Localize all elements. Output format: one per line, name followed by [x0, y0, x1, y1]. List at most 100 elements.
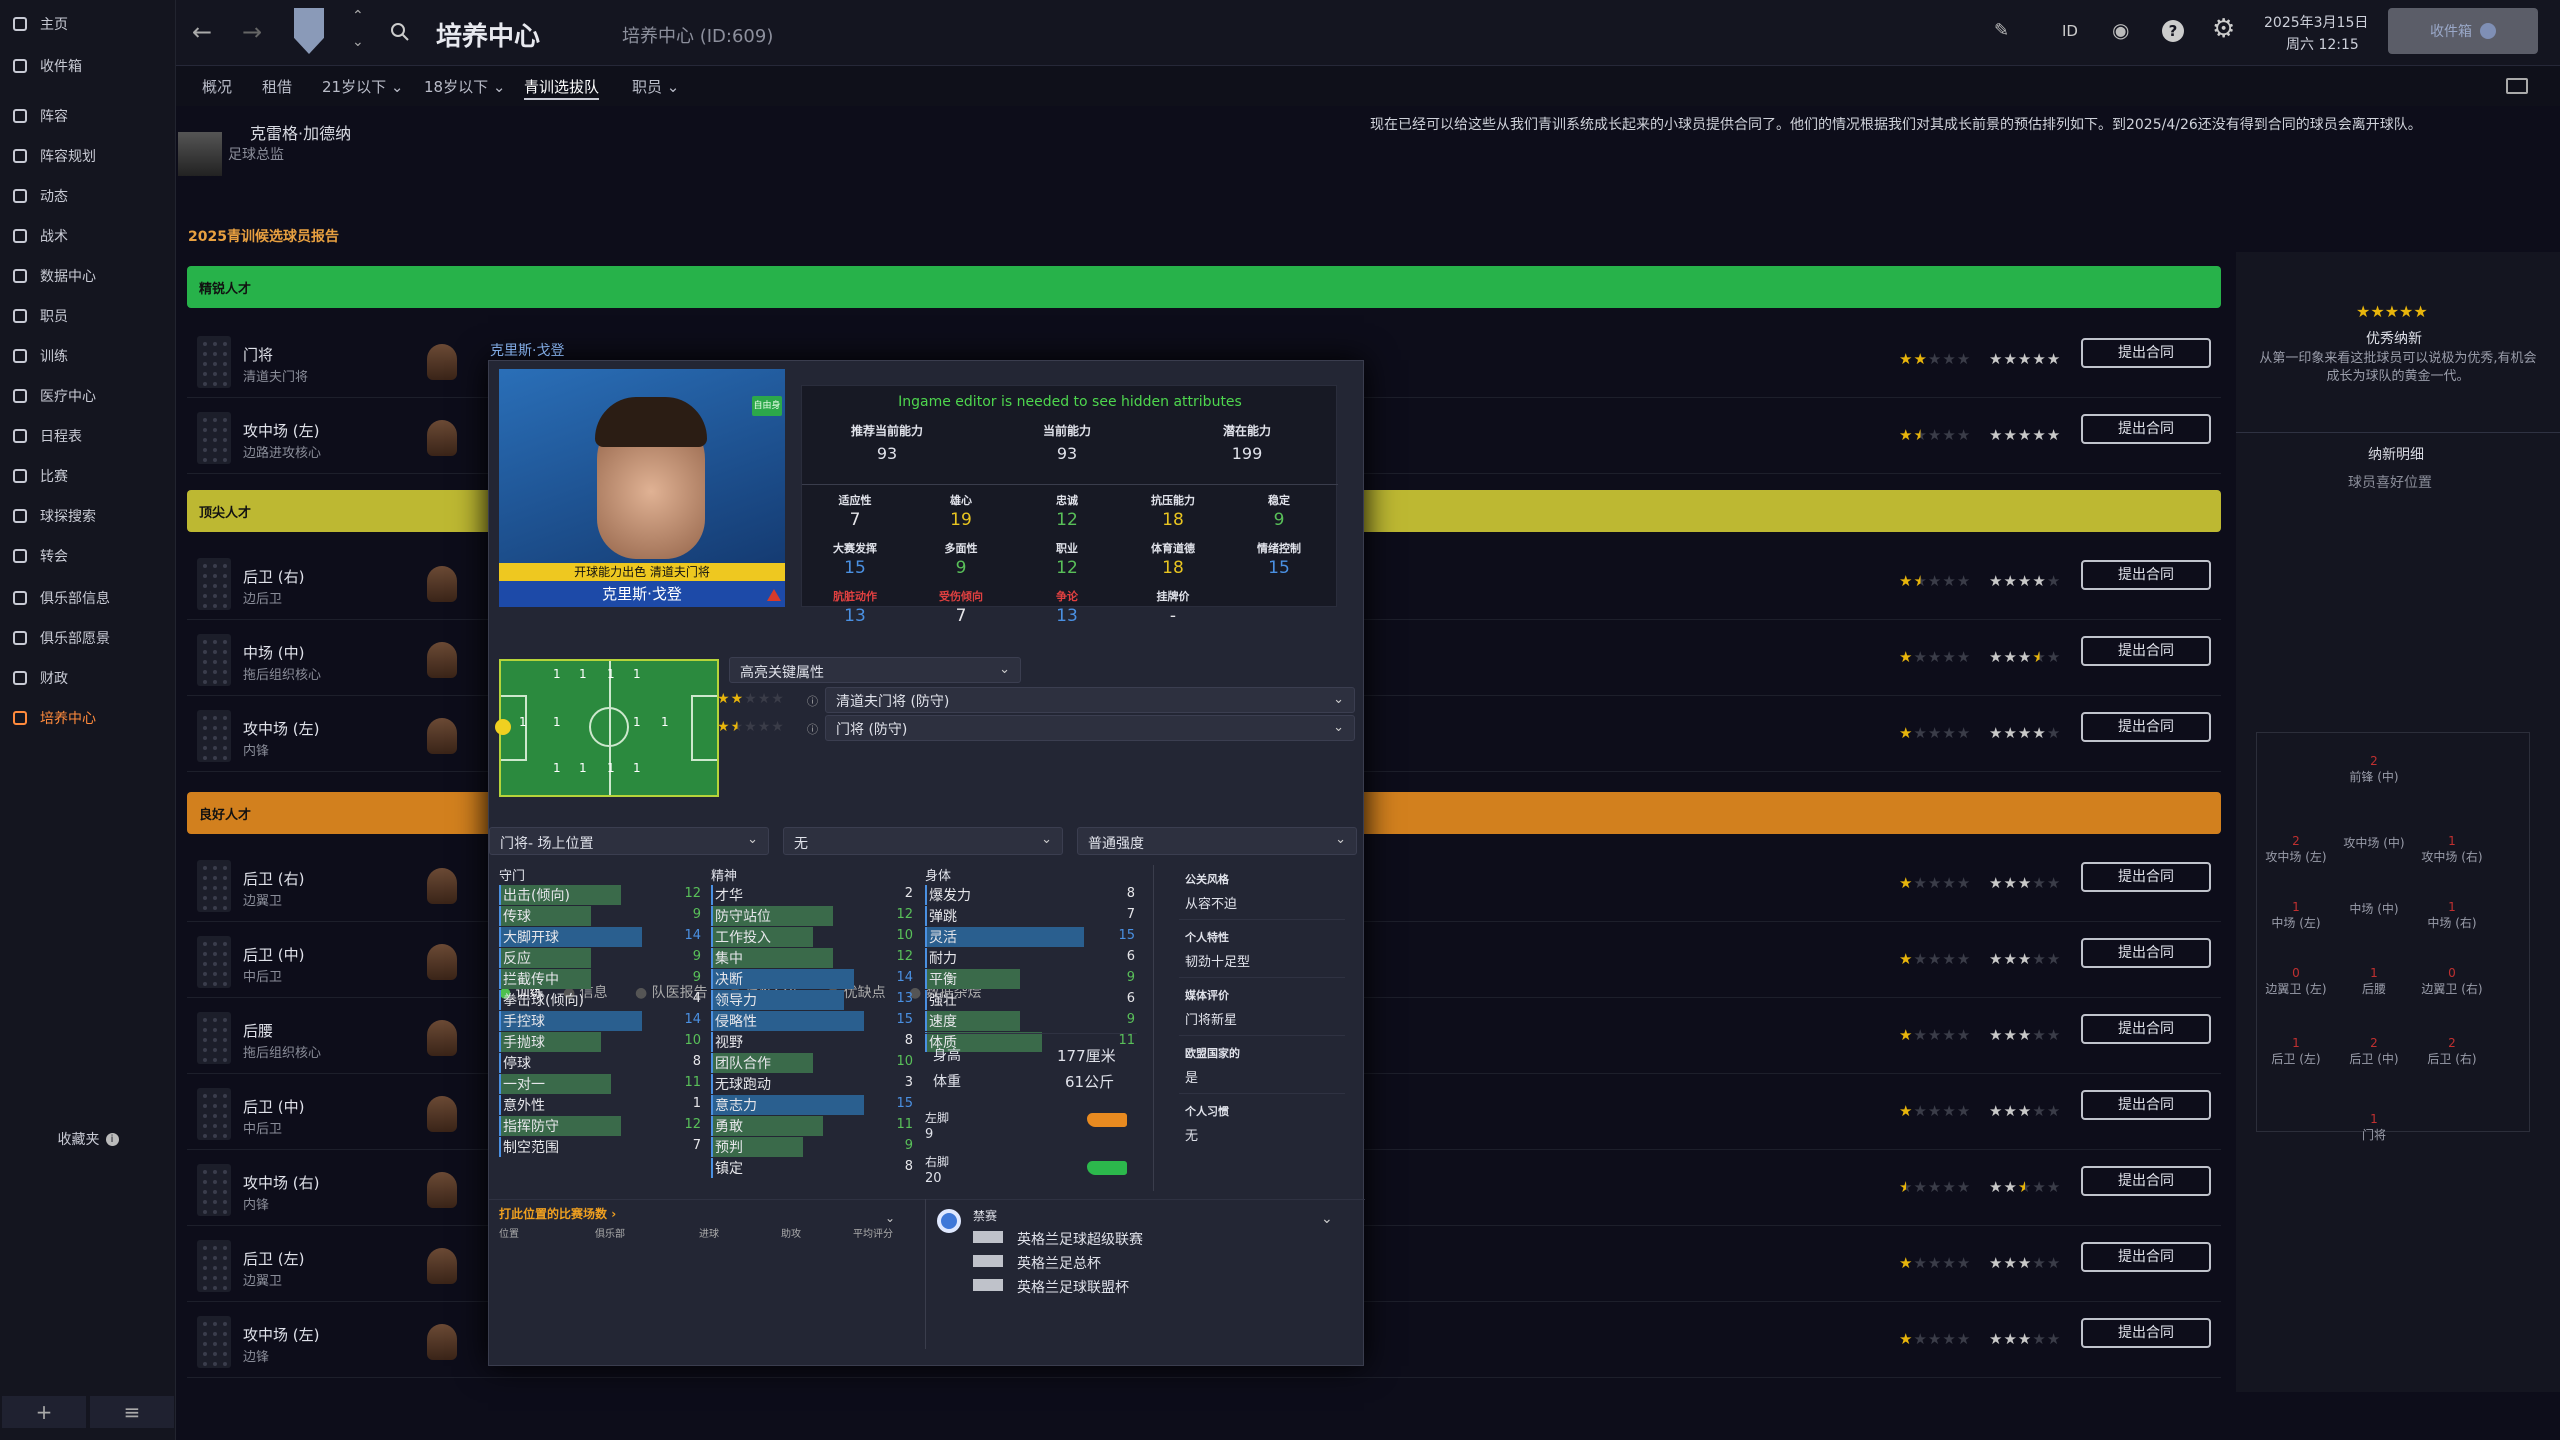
inbox-continue-button[interactable]: 收件箱 [2388, 8, 2538, 54]
dynamics-icon [0, 187, 40, 205]
menu-button[interactable]: ≡ [90, 1396, 174, 1428]
attribute-row: 反应 9 [499, 948, 703, 968]
sidebar-item-8[interactable]: 职员 [0, 298, 176, 334]
gamepad-icon[interactable]: ◉ [2112, 18, 2129, 42]
hidden-attr-label: 忠诚 [1056, 494, 1078, 507]
attribute-name: 视野 [715, 1035, 743, 1051]
sidebar-item-14[interactable]: 转会 [0, 538, 176, 574]
player-face [427, 1172, 457, 1208]
sidebar-item-18[interactable]: 培养中心 [0, 700, 176, 736]
hidden-attr-label: 稳定 [1268, 494, 1290, 507]
sidebar-item-16[interactable]: 俱乐部愿景 [0, 620, 176, 656]
position-label: 后卫 (右) [2427, 1052, 2477, 1066]
offer-contract-button[interactable]: 提出合同 [2081, 938, 2211, 968]
player-role: 清道夫门将 [243, 370, 309, 385]
role-dropdown[interactable]: 无 ⌄ [783, 827, 1063, 855]
sidebar-item-13[interactable]: 球探搜索 [0, 498, 176, 534]
offer-contract-button[interactable]: 提出合同 [2081, 1242, 2211, 1272]
id-button[interactable]: ID [2062, 22, 2078, 40]
position-dot [213, 1286, 217, 1290]
hidden-attr-value: 13 [844, 606, 866, 626]
comps-chevron[interactable]: ⌄ [1321, 1211, 1333, 1227]
attribute-value: 1 [692, 1096, 701, 1111]
position-dot [213, 660, 217, 664]
tab-u18[interactable]: 18岁以下 ⌄ [424, 76, 505, 100]
potential-ability-stars: ★★★★★ [1989, 1026, 2062, 1044]
sidebar-item-12[interactable]: 比赛 [0, 458, 176, 494]
position-stats-link[interactable]: 打此位置的比赛场数 › [499, 1205, 616, 1222]
role-select[interactable]: 门将 (防守) ⌄ [825, 715, 1355, 741]
position-dot [223, 680, 227, 684]
position-dot [213, 736, 217, 740]
sidebar-item-2[interactable]: 收件箱 [0, 48, 176, 84]
attribute-name: 集中 [715, 951, 743, 967]
offer-contract-button[interactable]: 提出合同 [2081, 862, 2211, 892]
hover-player-name[interactable]: 克里斯·戈登 [490, 340, 564, 360]
sidebar-item-9[interactable]: 训练 [0, 338, 176, 374]
potential-ability-stars: ★★★★★ [1989, 724, 2062, 742]
tab-loans[interactable]: 租借 [262, 76, 292, 100]
current-ability-stars: ★★★★★ [1899, 1254, 1972, 1272]
position-dot [223, 982, 227, 986]
settings-icon[interactable]: ⚙ [2212, 14, 2235, 44]
chevron-down-icon[interactable]: ⌄ [352, 34, 364, 50]
report-title: 2025青训候选球员报告 [188, 229, 339, 245]
attribute-value: 15 [896, 1012, 913, 1027]
forward-icon[interactable]: → [242, 18, 262, 46]
highlight-dropdown[interactable]: 高亮关键属性 ⌄ [729, 657, 1021, 683]
sidebar-item-6[interactable]: 战术 [0, 218, 176, 254]
monitor-icon[interactable] [2506, 78, 2528, 94]
sidebar-item-label: 球探搜索 [40, 509, 96, 525]
player-face [427, 868, 457, 904]
hidden-attr-value: 15 [844, 558, 866, 578]
tab-staff[interactable]: 职员 ⌄ [632, 76, 679, 100]
sidebar-item-4[interactable]: 阵容规划 [0, 138, 176, 174]
sidebar-item-5[interactable]: 动态 [0, 178, 176, 214]
sidebar-item-3[interactable]: 阵容 [0, 98, 176, 134]
tab-youth-intake[interactable]: 青训选拔队 [524, 76, 600, 100]
add-button[interactable]: + [2, 1396, 86, 1428]
weight-value: 61公斤 [1065, 1073, 1115, 1091]
intensity-dropdown[interactable]: 普通强度 ⌄ [1077, 827, 1357, 855]
help-icon[interactable]: ? [2162, 20, 2184, 42]
role-select[interactable]: 清道夫门将 (防守) ⌄ [825, 687, 1355, 713]
sidebar-item-7[interactable]: 数据中心 [0, 258, 176, 294]
date-text: 2025年3月15日 [2264, 15, 2369, 31]
tab-u21[interactable]: 21岁以下 ⌄ [322, 76, 403, 100]
position-dropdown[interactable]: 门将- 场上位置 ⌄ [489, 827, 769, 855]
favorites-label[interactable]: 收藏夹 i [0, 1126, 176, 1152]
player-position: 后卫 (右) [243, 568, 305, 586]
search-icon[interactable] [390, 22, 410, 42]
offer-contract-button[interactable]: 提出合同 [2081, 560, 2211, 590]
offer-contract-button[interactable]: 提出合同 [2081, 1090, 2211, 1120]
sidebar-item-15[interactable]: 俱乐部信息 [0, 580, 176, 616]
suspension-title: 禁赛 [973, 1209, 998, 1223]
hidden-attr-label: 争论 [1056, 590, 1078, 603]
hidden-attr-label: 雄心 [950, 494, 972, 507]
offer-contract-button[interactable]: 提出合同 [2081, 712, 2211, 742]
sidebar-item-label: 日程表 [40, 429, 82, 445]
position-dot [213, 726, 217, 730]
back-icon[interactable]: ← [192, 18, 212, 46]
sidebar-item-11[interactable]: 日程表 [0, 418, 176, 454]
player-role: 拖后组织核心 [243, 1046, 322, 1061]
attribute-name: 决断 [715, 972, 743, 988]
physical-attrs-heading: 身体 [925, 869, 952, 884]
offer-contract-button[interactable]: 提出合同 [2081, 1166, 2211, 1196]
offer-contract-button[interactable]: 提出合同 [2081, 1318, 2211, 1348]
edit-icon[interactable]: ✎ [1994, 20, 2009, 41]
stats-dropdown-chevron[interactable]: ⌄ [885, 1211, 895, 1225]
attribute-row: 视野 8 [711, 1032, 915, 1052]
offer-contract-button[interactable]: 提出合同 [2081, 338, 2211, 368]
offer-contract-button[interactable]: 提出合同 [2081, 1014, 2211, 1044]
sidebar-item-10[interactable]: 医疗中心 [0, 378, 176, 414]
sidebar-item-17[interactable]: 财政 [0, 660, 176, 696]
chevron-up-icon[interactable]: ⌃ [352, 8, 364, 24]
attribute-name: 意外性 [503, 1098, 545, 1114]
offer-contract-button[interactable]: 提出合同 [2081, 414, 2211, 444]
abilities-divider [802, 484, 1338, 485]
offer-contract-button[interactable]: 提出合同 [2081, 636, 2211, 666]
sidebar-item-1[interactable]: 主页 [0, 6, 176, 42]
tab-overview[interactable]: 概况 [202, 76, 232, 100]
calendar-icon [0, 427, 40, 445]
